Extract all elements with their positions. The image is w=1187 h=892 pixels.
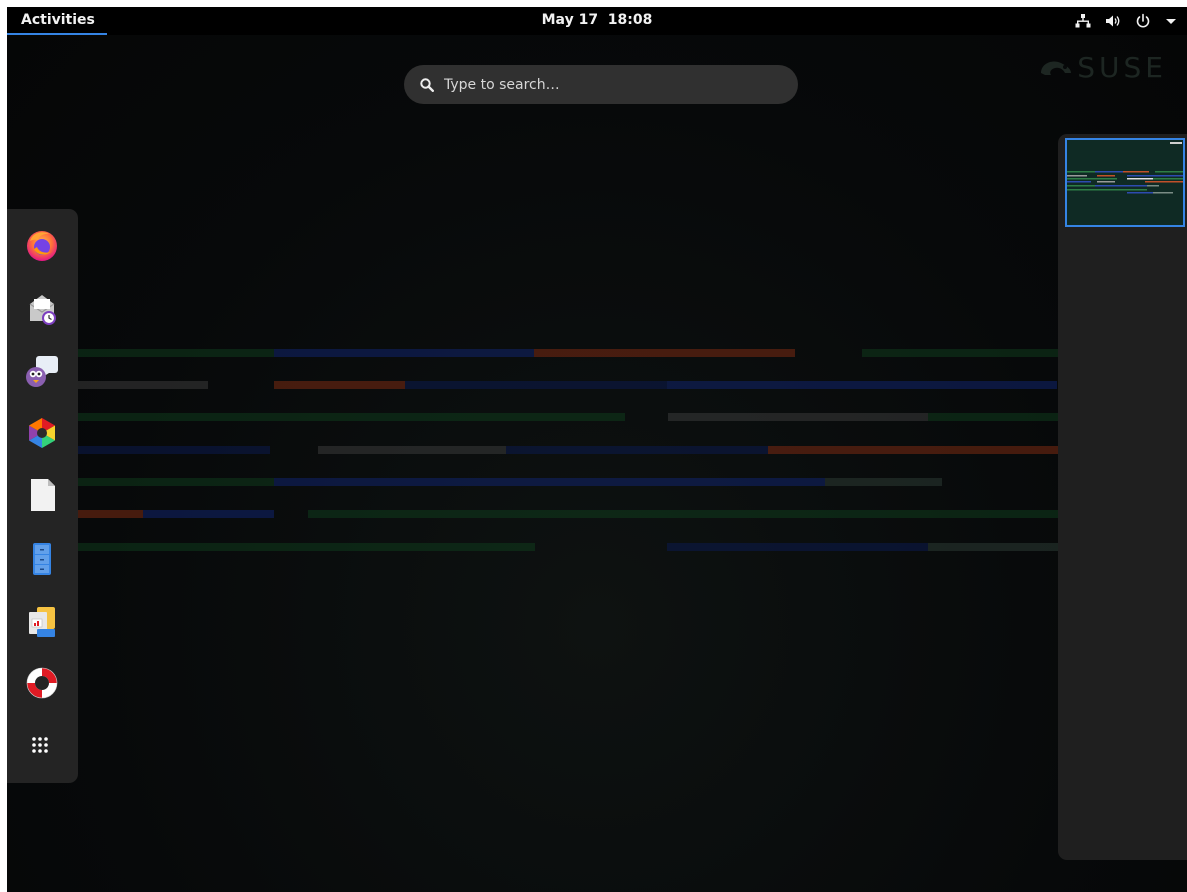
power-icon bbox=[1135, 13, 1151, 29]
document-icon bbox=[31, 479, 55, 511]
activities-indicator bbox=[7, 33, 107, 35]
network-wired-icon bbox=[1075, 13, 1091, 29]
pidgin-icon bbox=[26, 356, 58, 387]
workspace-switcher bbox=[1058, 134, 1187, 860]
system-status-area[interactable] bbox=[1075, 7, 1177, 35]
lifebuoy-icon bbox=[26, 667, 58, 699]
wallpaper-stripes bbox=[77, 349, 1187, 551]
activities-label: Activities bbox=[21, 12, 95, 28]
dash-item-document[interactable] bbox=[22, 475, 62, 515]
clock: May 17 18:08 bbox=[7, 7, 1187, 33]
dash-item-cheese[interactable] bbox=[22, 413, 62, 453]
search-input[interactable] bbox=[444, 76, 764, 93]
dash bbox=[7, 209, 78, 783]
top-bar: Activities May 17 18:08 bbox=[7, 7, 1187, 35]
workspace-thumbnail-1[interactable] bbox=[1065, 138, 1185, 227]
dash-item-cabinet[interactable] bbox=[22, 539, 62, 579]
cabinet-icon bbox=[33, 543, 51, 575]
desktop-overview: SUSE Activities May 17 18:08 bbox=[7, 7, 1187, 892]
dash-item-pidgin[interactable] bbox=[22, 351, 62, 391]
search-icon bbox=[420, 77, 434, 92]
chameleon-icon bbox=[1041, 60, 1072, 75]
volume-icon bbox=[1105, 13, 1121, 29]
show-applications-button[interactable] bbox=[22, 727, 62, 767]
dash-item-impress[interactable] bbox=[22, 601, 62, 641]
dash-item-firefox[interactable] bbox=[22, 225, 62, 265]
dash-item-mail[interactable] bbox=[22, 289, 62, 329]
suse-logo: SUSE bbox=[1039, 51, 1167, 84]
cheese-icon bbox=[29, 418, 55, 448]
activities-button[interactable]: Activities bbox=[7, 7, 109, 35]
impress-icon bbox=[29, 607, 55, 637]
suse-logo-text: SUSE bbox=[1077, 51, 1167, 84]
clock-label[interactable]: May 17 18:08 bbox=[542, 12, 653, 28]
mail-clock-icon bbox=[29, 295, 56, 325]
firefox-icon bbox=[27, 231, 57, 261]
search-bar[interactable] bbox=[404, 65, 798, 104]
workspace-thumbnail-preview bbox=[1067, 140, 1183, 225]
app-grid-icon bbox=[32, 737, 48, 753]
dash-item-help[interactable] bbox=[22, 663, 62, 703]
menu-down-icon bbox=[1165, 15, 1177, 27]
